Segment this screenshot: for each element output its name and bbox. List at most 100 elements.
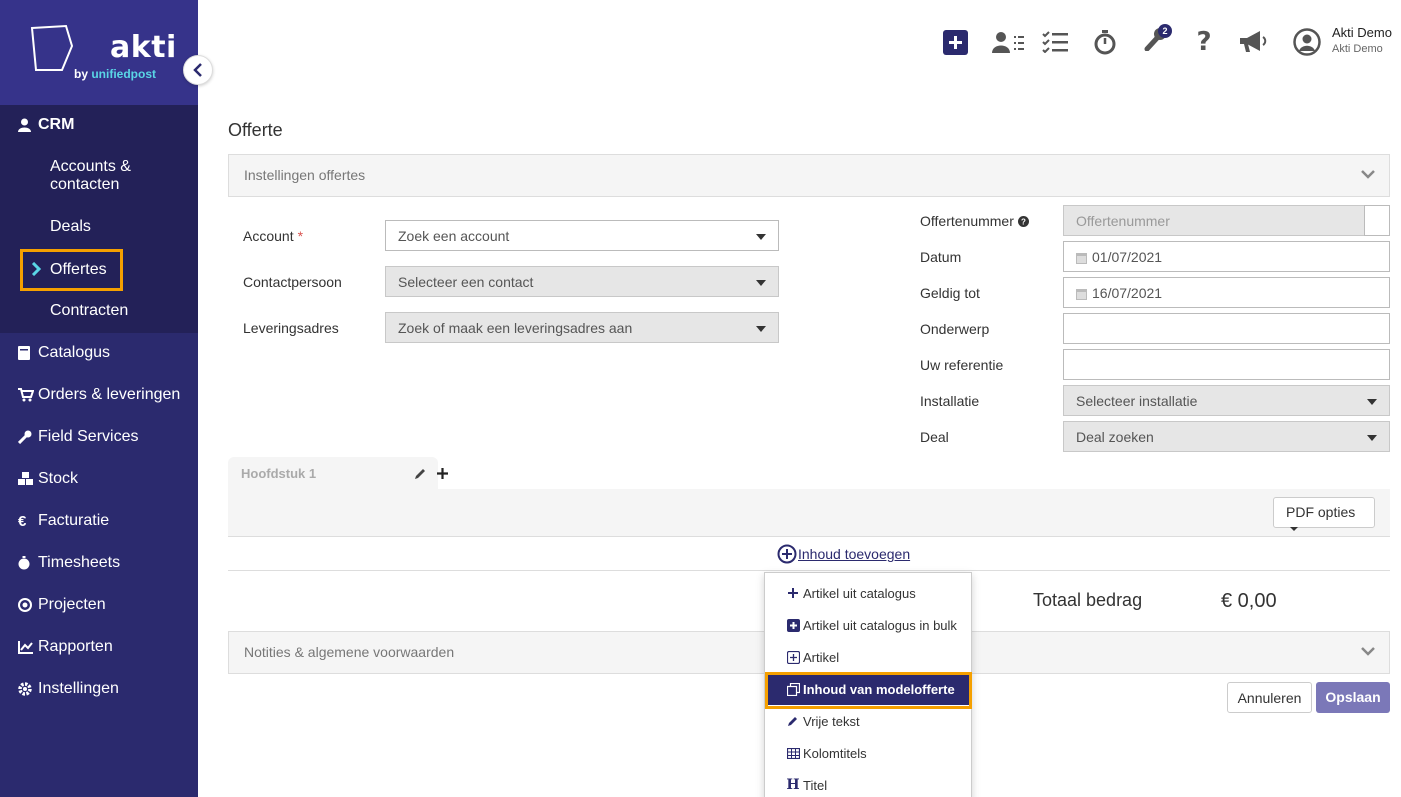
sidebar-item-label: Field Services: [38, 428, 139, 445]
save-button[interactable]: Opslaan: [1316, 682, 1390, 713]
dropdown-item-catalog-bulk[interactable]: Artikel uit catalogus in bulk: [765, 609, 971, 641]
sidebar-item-rapporten[interactable]: Rapporten: [18, 635, 113, 659]
plus-square-icon: [785, 618, 801, 632]
total-value: € 0,00: [1221, 590, 1277, 612]
chapter-content-area: [228, 489, 1390, 537]
date-label: Datum: [920, 249, 962, 265]
account-select[interactable]: Zoek een account: [385, 220, 779, 251]
question-circle-icon[interactable]: ?: [1017, 216, 1029, 227]
logo-by: by: [74, 67, 92, 81]
announcements-button[interactable]: [1237, 28, 1269, 56]
user-menu-button[interactable]: [1292, 28, 1322, 56]
highlight-box: [765, 672, 972, 709]
tasks-button[interactable]: [1041, 28, 1069, 56]
contacts-list-icon: [992, 32, 1024, 53]
add-new-button[interactable]: [942, 28, 968, 56]
chart-line-icon: [18, 640, 38, 654]
help-icon: ?: [1196, 27, 1212, 57]
sidebar-collapse-button[interactable]: [183, 55, 213, 85]
user-name[interactable]: Akti Demo: [1332, 25, 1392, 40]
sidebar-item-crm[interactable]: CRM: [18, 113, 74, 137]
sidebar-item-label: Rapporten: [38, 638, 113, 655]
contact-label: Contactpersoon: [243, 274, 342, 290]
checklist-icon: [1042, 31, 1068, 53]
sidebar-item-instellingen[interactable]: Instellingen: [18, 677, 119, 701]
tools-button[interactable]: 2: [1140, 22, 1174, 51]
logo-text: akti: [110, 30, 177, 65]
contact-placeholder: Selecteer een contact: [398, 274, 534, 290]
dropdown-item-column-titles[interactable]: Kolomtitels: [765, 737, 971, 769]
add-content-link[interactable]: Inhoud toevoegen: [777, 544, 910, 564]
sidebar-item-offertes[interactable]: Offertes: [20, 249, 123, 291]
deal-select[interactable]: Deal zoeken: [1063, 421, 1390, 452]
cart-icon: [18, 388, 38, 402]
sidebar-item-contracten[interactable]: Contracten: [50, 302, 128, 320]
installation-select[interactable]: Selecteer installatie: [1063, 385, 1390, 416]
sidebar-item-label: Projecten: [38, 596, 106, 613]
dropdown-item-catalog-article[interactable]: Artikel uit catalogus: [765, 577, 971, 609]
sidebar-item-label: Facturatie: [38, 512, 110, 529]
chapter-name: Hoofdstuk 1: [241, 466, 317, 481]
caret-down-icon: [1367, 399, 1377, 405]
sidebar-item-field-services[interactable]: Field Services: [18, 425, 138, 449]
chapter-tab[interactable]: Hoofdstuk 1: [228, 457, 438, 490]
svg-text:?: ?: [1021, 218, 1026, 227]
subject-input[interactable]: [1063, 313, 1390, 344]
sidebar-item-catalogus[interactable]: Catalogus: [18, 341, 110, 365]
settings-panel-header[interactable]: Instellingen offertes: [228, 154, 1390, 197]
logo-company: unifiedpost: [91, 67, 157, 81]
dropdown-item-title[interactable]: H Titel: [765, 769, 971, 797]
required-marker: *: [297, 228, 304, 244]
contacts-button[interactable]: [991, 28, 1025, 56]
plus-square-icon: [942, 29, 968, 55]
crm-section: [0, 105, 198, 333]
dropdown-item-article[interactable]: Artikel: [765, 641, 971, 673]
date-value: 01/07/2021: [1092, 249, 1163, 265]
help-button[interactable]: ?: [1193, 27, 1215, 57]
sidebar-item-orders[interactable]: Orders & leveringen: [18, 383, 180, 407]
plus-icon: [785, 588, 801, 598]
sidebar-item-stock[interactable]: Stock: [18, 467, 78, 491]
sidebar-item-facturatie[interactable]: € Facturatie: [18, 509, 109, 533]
reference-input[interactable]: [1063, 349, 1390, 380]
dropdown-item-label: Titel: [803, 777, 828, 793]
pdf-options-button[interactable]: PDF opties: [1273, 497, 1375, 532]
logo-subtitle: by unifiedpost: [74, 67, 156, 81]
quote-number-input[interactable]: Offertenummer: [1063, 205, 1365, 236]
subject-label: Onderwerp: [920, 321, 990, 337]
add-content-label: Inhoud toevoegen: [798, 546, 911, 562]
sidebar-item-projecten[interactable]: Projecten: [18, 593, 106, 617]
dropdown-item-label: Artikel uit catalogus in bulk: [803, 617, 957, 633]
address-label: Leveringsadres: [243, 320, 339, 336]
cubes-icon: [18, 472, 38, 486]
table-icon: [785, 747, 801, 759]
sidebar-item-label: Stock: [38, 470, 79, 487]
quote-number-addon[interactable]: [1364, 205, 1390, 236]
date-input[interactable]: 01/07/2021: [1063, 241, 1390, 272]
pencil-icon: [785, 715, 801, 727]
address-placeholder: Zoek of maak een leveringsadres aan: [398, 320, 633, 336]
calendar-icon: [1076, 288, 1087, 300]
deal-label: Deal: [920, 429, 949, 445]
delivery-address-select[interactable]: Zoek of maak een leveringsadres aan: [385, 312, 779, 343]
dropdown-item-label: Artikel: [803, 649, 840, 665]
cancel-button[interactable]: Annuleren: [1227, 682, 1312, 713]
quote-number-placeholder: Offertenummer: [1076, 213, 1170, 229]
pdf-options-label: PDF opties: [1286, 504, 1356, 520]
user-avatar-icon: [1293, 28, 1321, 56]
dropdown-item-free-text[interactable]: Vrije tekst: [765, 705, 971, 737]
calendar-icon: [1076, 252, 1087, 264]
account-label-text: Account: [243, 228, 294, 244]
settings-panel-title: Instellingen offertes: [244, 167, 366, 183]
sidebar-item-deals[interactable]: Deals: [50, 218, 91, 236]
target-icon: [18, 598, 38, 612]
pencil-icon[interactable]: [414, 467, 427, 480]
add-chapter-icon[interactable]: [437, 468, 448, 479]
sidebar-item-accounts[interactable]: Accounts & contacten: [50, 158, 131, 194]
chevron-down-icon: [1361, 170, 1375, 179]
valid-until-input[interactable]: 16/07/2021: [1063, 277, 1390, 308]
sidebar-item-timesheets[interactable]: Timesheets: [18, 551, 120, 575]
contact-select[interactable]: Selecteer een contact: [385, 266, 779, 297]
stopwatch-icon: [1094, 30, 1116, 55]
timer-button[interactable]: [1092, 28, 1118, 56]
